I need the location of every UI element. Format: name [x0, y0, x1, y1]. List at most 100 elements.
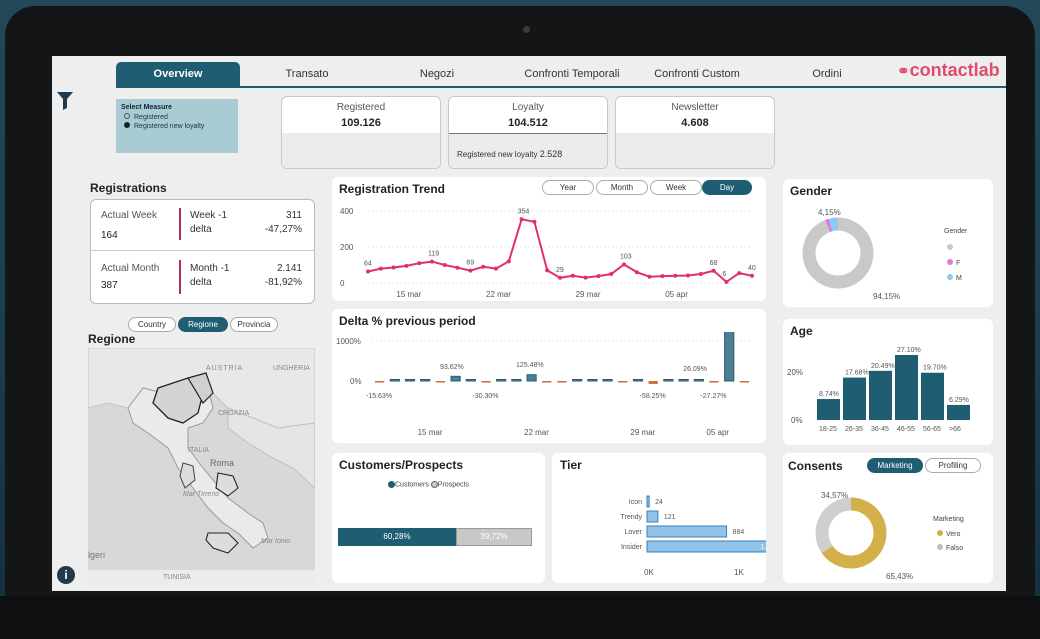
delta-bar — [465, 379, 476, 382]
trend-y-tick: 0 — [340, 279, 345, 288]
trend-point — [494, 266, 498, 271]
age-bar — [895, 354, 918, 420]
consents-chart: 34,57% 65,43% Marketing Vero Falso — [815, 491, 964, 581]
brand-logo: ⚭contactlab — [897, 60, 1000, 80]
trend-point — [532, 219, 537, 224]
geo-country-button[interactable]: Country — [128, 317, 176, 332]
tier-bar — [646, 540, 766, 553]
legend-customers: Customers — [395, 481, 429, 489]
trend-point — [660, 274, 665, 279]
tab-transato[interactable]: Transato — [262, 62, 352, 87]
tab-confronti-temporali[interactable]: Confronti Temporali — [512, 62, 632, 87]
kpi-newsletter-value: 4.608 — [681, 117, 709, 129]
trend-point — [378, 266, 383, 271]
tier-value-label: 1.499 — [760, 544, 766, 551]
trend-point — [609, 272, 614, 276]
info-icon[interactable]: i — [57, 566, 75, 584]
actual-week-value: 164 — [101, 230, 118, 241]
delta-bar — [375, 381, 385, 383]
gender-legend-swatch — [947, 274, 953, 280]
customers-card — [332, 453, 545, 583]
consents-small-label: 34,57% — [821, 491, 848, 500]
trend-point — [366, 269, 370, 274]
delta-bar — [678, 379, 689, 382]
select-measure-title: Select Measure — [121, 104, 172, 111]
week-prev-value: 311 — [286, 210, 302, 221]
trend-data-label: 40 — [748, 265, 756, 272]
delta-y-tick: 1000% — [336, 337, 361, 346]
delta-bar — [709, 381, 719, 383]
tab-underline — [116, 86, 1006, 88]
trend-data-label: 64 — [364, 260, 372, 267]
geo-regione-button[interactable]: Regione — [178, 317, 228, 332]
region-map[interactable]: AUSTRIA UNGHERIA CROAZIA ITALIA Roma Mar… — [88, 348, 315, 585]
registration-trend-chart: 400 200 0 64 119 69 354 29 103 68 6 40 15 mar 22 mar 2… — [340, 207, 756, 299]
week-prev-label: Week -1 — [190, 210, 228, 221]
age-value-label: 8.74% — [819, 391, 839, 398]
tier-chart: Icon 24 Trendy 121 Lover 884 Insider 1.499 0K 1K — [620, 495, 766, 577]
trend-data-label: 103 — [620, 253, 632, 260]
trend-point — [673, 273, 678, 278]
delta-bar — [420, 379, 431, 382]
customers-title: Customers/Prospects — [339, 458, 464, 472]
filter-icon[interactable] — [57, 92, 73, 110]
month-prev-label: Month -1 — [190, 263, 230, 274]
age-bar — [921, 372, 944, 420]
tier-title: Tier — [560, 458, 582, 472]
trend-point — [686, 273, 690, 278]
trend-day-button[interactable]: Day — [702, 180, 752, 195]
tier-value-label: 884 — [733, 529, 745, 536]
map-label-roma: Roma — [210, 458, 235, 468]
tab-confronti-custom[interactable]: Confronti Custom — [642, 62, 752, 87]
delta-bar — [389, 379, 400, 382]
delta-data-label: -15.63% — [366, 393, 392, 400]
delta-bar — [602, 379, 613, 382]
consents-big-label: 65,43% — [886, 572, 913, 581]
delta-chart: 1000%0%93.62%125.48%26.09%1050.00%-15.63… — [336, 332, 752, 437]
tier-bar — [646, 495, 650, 508]
age-y-tick: 20% — [787, 368, 803, 377]
delta-bar — [618, 381, 628, 383]
age-x-tick: 26-35 — [845, 426, 863, 433]
trend-point — [596, 274, 601, 279]
age-bar — [843, 377, 866, 420]
customers-bar[interactable]: 60,28% — [338, 528, 456, 546]
trend-year-button[interactable]: Year — [542, 180, 594, 195]
week-delta-label: delta — [190, 224, 212, 235]
trend-month-button[interactable]: Month — [596, 180, 648, 195]
tab-overview[interactable]: Overview — [116, 62, 240, 87]
trend-point — [647, 274, 652, 279]
dashboard-screen: Overview Transato Negozi Confronti Tempo… — [52, 56, 1006, 591]
consents-profiling-button[interactable]: Profiling — [925, 458, 981, 473]
radio-registered-new-loyalty[interactable]: Registered new loyalty — [124, 122, 238, 130]
consents-title: Consents — [788, 459, 843, 473]
prospects-bar[interactable]: 39,72% — [456, 528, 532, 546]
kpi-loyalty-value: 104.512 — [508, 117, 548, 129]
radio-registered[interactable]: Registered — [124, 113, 238, 121]
trend-week-button[interactable]: Week — [650, 180, 702, 195]
trend-point — [442, 263, 447, 267]
age-bar — [817, 399, 840, 420]
trend-data-label: 6 — [722, 271, 726, 278]
gender-chart: 4,15% 94,15% Gender F M — [802, 208, 968, 301]
registration-trend-title: Registration Trend — [339, 182, 446, 196]
trend-point — [737, 271, 742, 276]
kpi-loyalty-sub-label: Registered new loyalty — [457, 150, 538, 159]
trend-x-tick: 22 mar — [486, 290, 511, 299]
trend-point — [558, 275, 562, 280]
delta-bar — [587, 379, 598, 382]
consents-marketing-button[interactable]: Marketing — [867, 458, 923, 473]
geo-provincia-button[interactable]: Provincia — [230, 317, 278, 332]
age-x-tick: 36-45 — [871, 426, 889, 433]
tab-negozi[interactable]: Negozi — [392, 62, 482, 87]
age-x-tick: >66 — [949, 426, 961, 433]
trend-y-tick: 400 — [340, 207, 354, 216]
actual-month-value: 387 — [101, 280, 118, 291]
age-bar — [947, 404, 970, 420]
legend-prospects-swatch — [430, 481, 438, 488]
trend-x-tick: 29 mar — [576, 290, 601, 299]
map-label-tunisia: TUNISIA — [163, 574, 191, 581]
trend-point — [711, 268, 716, 273]
gender-legend-label: F — [956, 260, 960, 267]
tab-ordini[interactable]: Ordini — [792, 62, 862, 87]
